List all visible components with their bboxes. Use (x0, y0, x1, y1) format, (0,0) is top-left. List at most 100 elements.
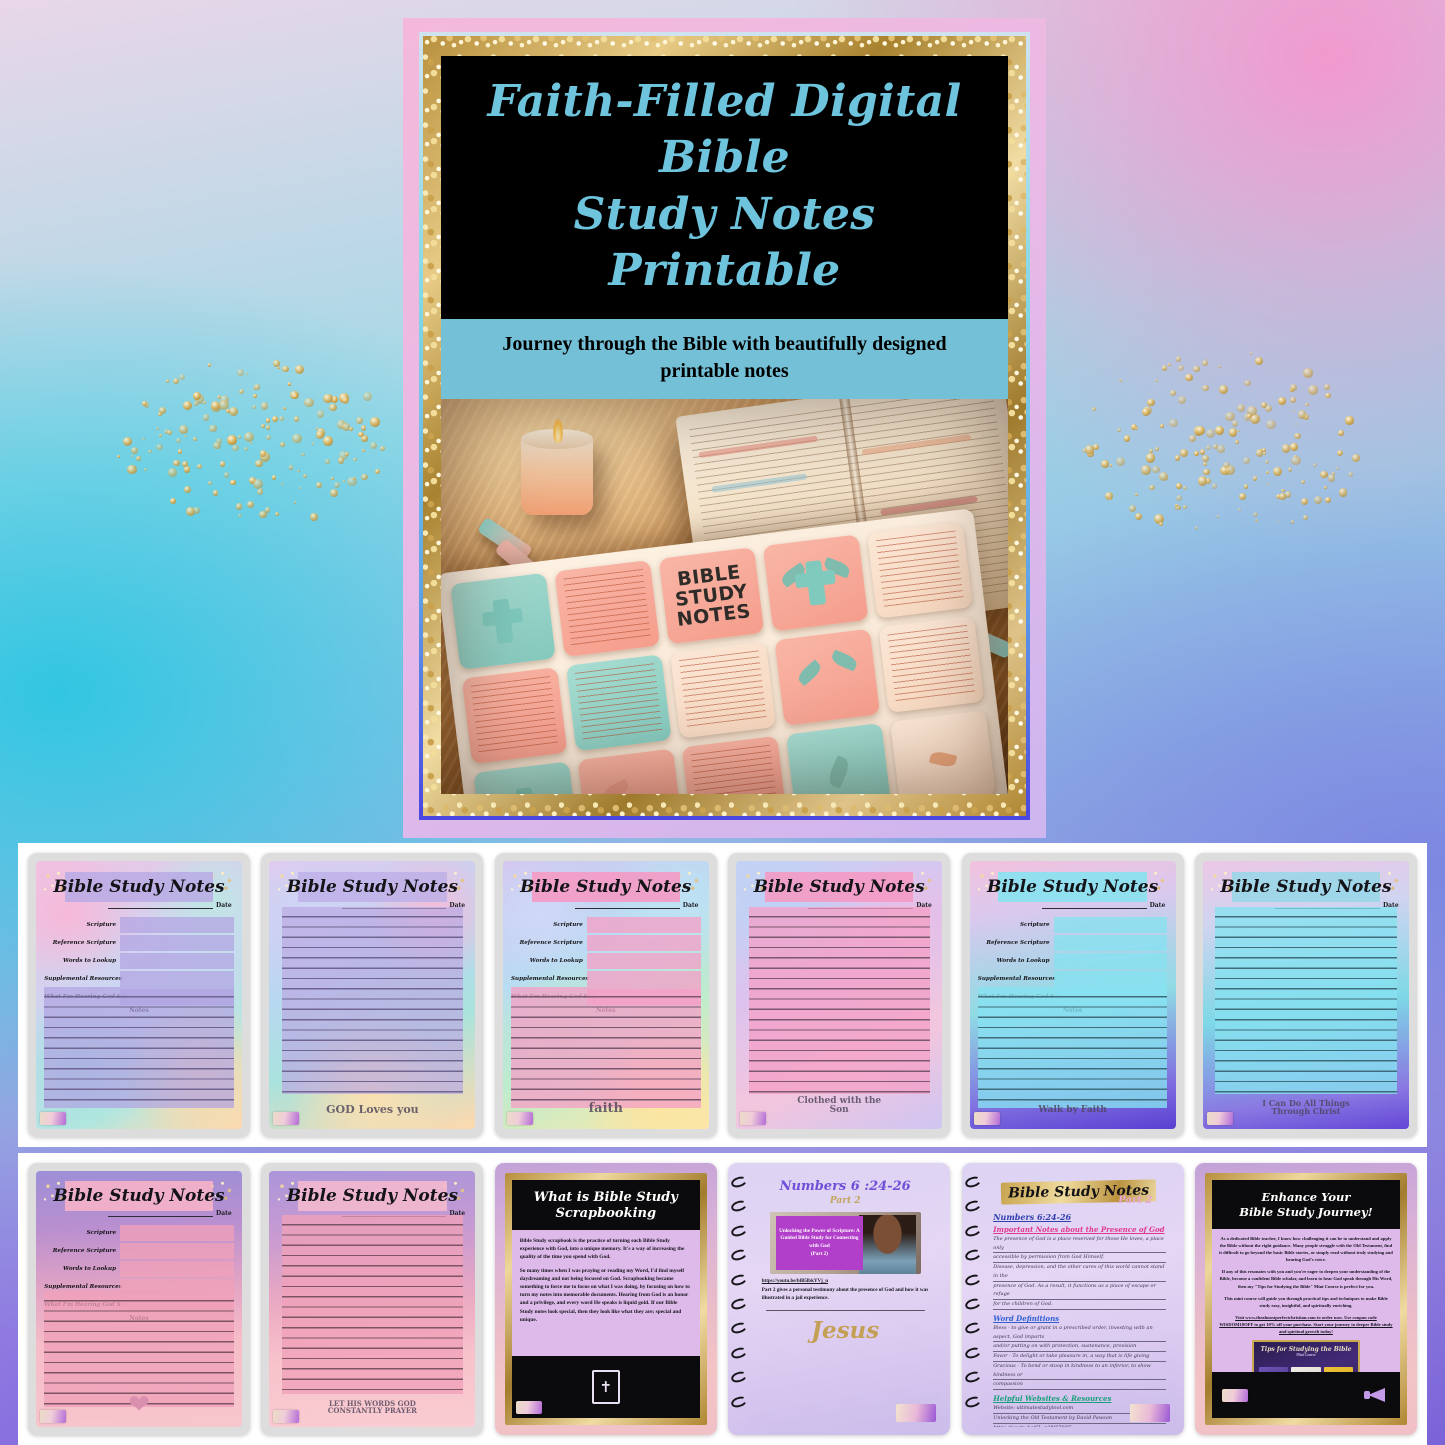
glitter-dot (1290, 384, 1297, 391)
page-watermark: LET HIS WORDS GOD CONSTANTLY PRAYER (321, 1400, 424, 1415)
glitter-dot (1129, 505, 1136, 512)
hero-card-inner: Faith-Filled Digital Bible Study Notes P… (419, 32, 1030, 820)
form-field-input[interactable] (120, 1261, 234, 1277)
lined-writing-area[interactable] (749, 907, 930, 1095)
date-input-line[interactable] (108, 1209, 213, 1217)
form-field-input[interactable] (120, 953, 234, 969)
glitter-dot (197, 464, 202, 469)
glitter-dot (1291, 456, 1301, 466)
date-field-row[interactable]: Date (1042, 901, 1166, 909)
form-field-input[interactable] (120, 971, 234, 987)
template-heading-banner: Bible Study Notes (65, 1181, 213, 1211)
glitter-dot (176, 438, 181, 443)
form-field-input[interactable] (120, 917, 234, 933)
notes-lined-blueviolet-pink[interactable]: Bible Study Notes Date Clothed with the … (728, 853, 950, 1137)
glitter-dot (1202, 385, 1209, 392)
glitter-dot (261, 424, 265, 428)
brand-logo-stamp (1207, 1112, 1233, 1125)
paragraph[interactable]: Visit www.thealmostperfectchristian.com … (1219, 1314, 1393, 1335)
notes-section-line: The presence of God is a place reserved … (993, 1235, 1166, 1254)
page-body: Enhance Your Bible Study Journey! As a d… (1212, 1180, 1400, 1418)
template-heading-banner: Bible Study Notes (298, 872, 446, 902)
spiral-binding (731, 1177, 747, 1422)
video-link[interactable]: https://youtu.be/blB5lbkYVj_u (762, 1279, 929, 1284)
form-field-input[interactable] (587, 971, 701, 987)
template-heading-text: Bible Study Notes (987, 877, 1158, 897)
form-field-row: Words to Lookup (511, 953, 701, 969)
glitter-dot (252, 405, 256, 409)
glitter-dot (182, 461, 188, 467)
glitter-dot (1325, 393, 1330, 398)
notes-form-pastel-lavender[interactable]: Bible Study Notes Date Scripture Referen… (28, 853, 250, 1137)
bible-study-notes-filled-example[interactable]: Bible Study Notes Part 2 Numbers 6:24-26… (962, 1163, 1184, 1435)
form-field-input[interactable] (120, 1225, 234, 1241)
what-is-bible-study-scrapbooking[interactable]: What is Bible Study Scrapbooking Bible S… (495, 1163, 717, 1435)
template-heading-banner: Bible Study Notes (765, 872, 913, 902)
date-field-row[interactable]: Date (575, 901, 699, 909)
notes-section: Important Notes about the Presence of Go… (993, 1225, 1166, 1310)
gold-glitter-frame: Faith-Filled Digital Bible Study Notes P… (423, 36, 1026, 816)
glitter-dot (211, 402, 221, 412)
template-heading-banner: Bible Study Notes (532, 872, 680, 902)
form-field-input[interactable] (1054, 935, 1168, 951)
spiral-ring (730, 1370, 748, 1384)
glitter-dot (299, 487, 301, 489)
form-field-input[interactable] (1054, 953, 1168, 969)
notes-section-line: for the children of God. (993, 1300, 1166, 1310)
glitter-dot (131, 455, 133, 457)
notes-form-rainbow-pink[interactable]: Bible Study Notes Date Scripture Referen… (495, 853, 717, 1137)
glitter-dot (361, 425, 367, 431)
glitter-dot (1168, 363, 1171, 366)
date-input-line[interactable] (1042, 901, 1147, 909)
spiral-ring (730, 1395, 748, 1409)
glitter-dot (213, 442, 221, 450)
notes-writing-area[interactable] (44, 987, 234, 1108)
template-heading-text: Bible Study Notes (520, 877, 691, 897)
glitter-dot (220, 395, 229, 404)
lined-writing-area[interactable] (282, 1215, 463, 1394)
glitter-dot (1237, 404, 1244, 411)
glitter-dot (254, 384, 259, 389)
notes-writing-area[interactable] (978, 987, 1168, 1108)
form-field-input[interactable] (120, 1243, 234, 1259)
lined-writing-area[interactable] (282, 907, 463, 1095)
notes-lined-sunset-pink[interactable]: Bible Study Notes Date LET HIS WORDS GOD… (261, 1163, 483, 1435)
glitter-dot (244, 432, 254, 442)
glitter-dot (1183, 505, 1187, 509)
date-field-row[interactable]: Date (108, 901, 232, 909)
template-heading-text: Bible Study Notes (287, 877, 458, 897)
glitter-dot (156, 427, 159, 430)
form-field-input[interactable] (120, 935, 234, 951)
notes-writing-area[interactable] (511, 987, 701, 1108)
form-field-input[interactable] (587, 953, 701, 969)
mini-course-promo[interactable]: Tips for Studying the Bible Mini Course (1252, 1340, 1360, 1372)
hero-photo-bible-study-desk: BIBLE STUDY NOTES (441, 399, 1008, 794)
notes-lined-pastel-lavender[interactable]: Bible Study Notes Date GOD Loves you (261, 853, 483, 1137)
form-field-input[interactable] (587, 935, 701, 951)
lined-writing-area[interactable] (1215, 907, 1396, 1095)
spiral-ring (730, 1174, 748, 1188)
form-field-row: Words to Lookup (44, 1261, 234, 1277)
spiral-ring (730, 1297, 748, 1311)
glitter-dot (1162, 365, 1167, 370)
form-field-input[interactable] (587, 917, 701, 933)
glitter-dot (1141, 465, 1151, 475)
form-field-input[interactable] (1054, 971, 1168, 987)
glitter-dot (1339, 488, 1347, 496)
glitter-dot (289, 465, 294, 470)
notes-form-teal-violet[interactable]: Bible Study Notes Date Scripture Referen… (962, 853, 1184, 1137)
video-thumbnail[interactable]: Unlocking the Power of Scripture: A Guid… (770, 1212, 921, 1274)
glitter-dot (238, 435, 241, 438)
numbers-6-24-26-part-2[interactable]: Numbers 6 :24-26 Part 2 Unlocking the Po… (728, 1163, 950, 1435)
date-input-line[interactable] (575, 901, 680, 909)
notes-form-sunset-pink[interactable]: Bible Study Notes Date Scripture Referen… (28, 1163, 250, 1435)
spiral-ring (730, 1223, 748, 1237)
form-field-input[interactable] (1054, 917, 1168, 933)
enhance-your-bible-study-journey[interactable]: Enhance Your Bible Study Journey! As a d… (1195, 1163, 1417, 1435)
date-field-row[interactable]: Date (108, 1209, 232, 1217)
glitter-dot (142, 438, 144, 440)
date-input-line[interactable] (108, 901, 213, 909)
spiral-ring (963, 1370, 981, 1384)
glitter-dot (1294, 455, 1297, 458)
notes-lined-teal-violet[interactable]: Bible Study Notes Date I Can Do All Thin… (1195, 853, 1417, 1137)
